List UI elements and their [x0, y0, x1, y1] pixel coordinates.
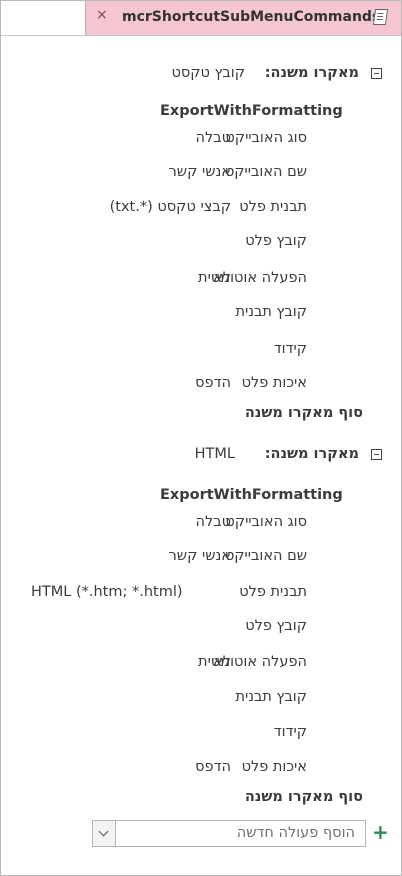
submacro-2-action[interactable]: ExportWithFormatting: [160, 487, 343, 503]
arg-value[interactable]: טבלה: [196, 514, 232, 530]
add-action-plus-icon[interactable]: +: [372, 820, 389, 844]
arg-label: שם האובייקט: [224, 548, 307, 564]
close-tab-icon[interactable]: ×: [96, 7, 108, 23]
arg-label: קובץ תבנית: [235, 689, 307, 705]
arg-value[interactable]: הדפס: [195, 759, 231, 775]
macro-tab[interactable]: × mcrShortcutSubMenuCommands: [85, 1, 401, 35]
tab-title: mcrShortcutSubMenuCommands: [122, 9, 381, 25]
arg-value[interactable]: אנשי קשר: [169, 548, 231, 564]
add-new-action-placeholder: הוסף פעולה חדשה: [236, 825, 355, 841]
arg-value[interactable]: קבצי טקסט (*.txt): [110, 199, 231, 215]
arg-value[interactable]: HTML (*.htm; *.html): [31, 584, 183, 600]
arg-label: תבנית פלט: [239, 584, 307, 600]
arg-label: סוג האובייקט: [225, 130, 307, 146]
arg-label: תבנית פלט: [239, 199, 307, 215]
submacro-1-action[interactable]: ExportWithFormatting: [160, 103, 343, 119]
macro-designer-window: × mcrShortcutSubMenuCommands מאקרו משנה:…: [0, 0, 402, 876]
macro-icon: [372, 9, 389, 25]
end-submacro-2[interactable]: סוף מאקרו משנה: [245, 789, 363, 805]
submacro-1-name[interactable]: קובץ טקסט: [171, 65, 245, 81]
arg-label: קובץ תבנית: [235, 304, 307, 320]
document-tab-strip: × mcrShortcutSubMenuCommands: [1, 1, 401, 36]
arg-label: קידוד: [273, 724, 307, 740]
add-new-action-combobox[interactable]: הוסף פעולה חדשה: [92, 820, 366, 847]
arg-label: סוג האובייקט: [225, 514, 307, 530]
arg-label: שם האובייקט: [224, 164, 307, 180]
arg-label: קובץ פלט: [245, 233, 307, 249]
arg-value[interactable]: הדפס: [195, 375, 231, 391]
submacro-2-name[interactable]: HTML: [195, 446, 235, 462]
arg-label: קובץ פלט: [245, 618, 307, 634]
submacro-1-label: מאקרו משנה:: [264, 65, 359, 81]
collapse-submacro-2-icon[interactable]: [371, 449, 382, 460]
arg-label: קידוד: [273, 341, 307, 357]
arg-label: איכות פלט: [241, 759, 307, 775]
collapse-submacro-1-icon[interactable]: [371, 68, 382, 79]
arg-value[interactable]: טבלה: [196, 130, 232, 146]
arg-label: איכות פלט: [241, 375, 307, 391]
arg-value[interactable]: לא: [213, 270, 231, 286]
arg-value[interactable]: אנשי קשר: [169, 164, 231, 180]
dropdown-arrow-button[interactable]: [93, 821, 116, 846]
submacro-2-label: מאקרו משנה:: [264, 446, 359, 462]
end-submacro-1[interactable]: סוף מאקרו משנה: [245, 405, 363, 421]
arg-value[interactable]: לא: [213, 654, 231, 670]
